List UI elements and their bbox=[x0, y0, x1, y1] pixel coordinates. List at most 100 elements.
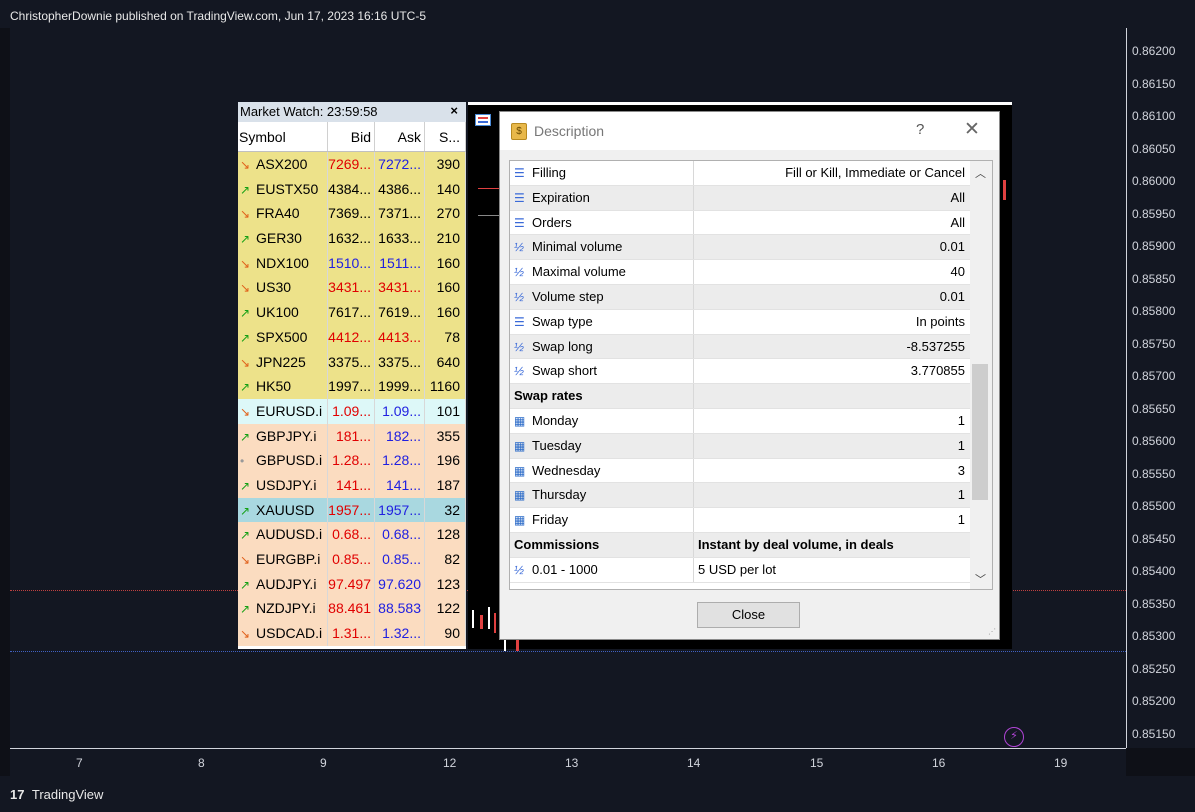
market-watch-row[interactable]: ↗ SPX500 4412... 4413... 78 bbox=[238, 324, 466, 350]
column-spread[interactable]: S... bbox=[425, 122, 466, 151]
property-row[interactable]: Commissions Instant by deal volume, in de… bbox=[510, 532, 992, 558]
close-button[interactable]: Close bbox=[697, 602, 800, 628]
property-name: ½ Swap long bbox=[510, 334, 694, 359]
property-row[interactable]: ½ Swap short 3.770855 bbox=[510, 359, 992, 385]
symbol-cell[interactable]: ↘ JPN225 bbox=[238, 349, 328, 375]
property-row[interactable]: ½ Volume step 0.01 bbox=[510, 284, 992, 310]
symbol-cell[interactable]: ↗ SPX500 bbox=[238, 324, 328, 350]
scroll-thumb[interactable] bbox=[972, 364, 988, 500]
symbol-cell[interactable]: ↗ HK50 bbox=[238, 374, 328, 399]
symbol-cell[interactable]: ↘ EURGBP.i bbox=[238, 547, 328, 572]
price-tick-label: 0.85700 bbox=[1132, 369, 1176, 383]
symbol-cell[interactable]: ↘ USDCAD.i bbox=[238, 621, 328, 646]
candle bbox=[504, 639, 506, 651]
property-row[interactable]: ☰ Swap type In points bbox=[510, 309, 992, 335]
market-watch-row[interactable]: ↘ EURGBP.i 0.85... 0.85... 82 bbox=[238, 547, 466, 572]
property-row[interactable]: ½ Minimal volume 0.01 bbox=[510, 235, 992, 261]
help-icon[interactable]: ? bbox=[916, 121, 924, 138]
market-watch-row[interactable]: ↗ XAUUSD 1957... 1957... 32 bbox=[238, 497, 466, 523]
column-symbol[interactable]: Symbol bbox=[238, 122, 328, 151]
property-row[interactable]: ½ 0.01 - 1000 5 USD per lot bbox=[510, 557, 992, 583]
property-label: Filling bbox=[532, 165, 566, 180]
property-row[interactable]: ☰ Expiration All bbox=[510, 185, 992, 211]
bid-cell: 7617... bbox=[328, 300, 375, 325]
spread-cell: 90 bbox=[425, 621, 466, 646]
properties-grid[interactable]: ☰ Filling Fill or Kill, Immediate or Cance… bbox=[509, 160, 993, 590]
price-tick-label: 0.85650 bbox=[1132, 401, 1176, 416]
symbol-cell[interactable]: ↗ NZDJPY.i bbox=[238, 596, 328, 622]
property-label: Expiration bbox=[532, 189, 590, 205]
bid-cell: 3431... bbox=[328, 275, 375, 301]
market-watch-row[interactable]: • GBPUSD.i 1.28... 1.28... 196 bbox=[238, 448, 466, 473]
property-row[interactable]: ▦ Friday 1 bbox=[510, 508, 992, 533]
property-row[interactable]: ☰ Filling Fill or Kill, Immediate or Cance… bbox=[510, 161, 992, 186]
scroll-down-icon[interactable]: ﹀ bbox=[975, 571, 986, 587]
market-watch-row[interactable]: ↘ ASX200 7269... 7272... 390 bbox=[238, 152, 466, 177]
market-watch-row[interactable]: ↘ NDX100 1510... 1511... 160 bbox=[238, 250, 466, 276]
lightning-icon[interactable]: ⚡ bbox=[1004, 727, 1024, 747]
bid-cell: 88.461 bbox=[328, 596, 375, 622]
column-bid[interactable]: Bid bbox=[328, 122, 375, 151]
property-row[interactable]: ▦ Monday 1 bbox=[510, 408, 992, 434]
ask-cell: 97.620 bbox=[375, 571, 425, 597]
market-watch-row[interactable]: ↗ AUDUSD.i 0.68... 0.68... 128 bbox=[238, 522, 466, 547]
symbol-cell[interactable]: ↗ XAUUSD bbox=[238, 497, 328, 523]
candle bbox=[1003, 180, 1006, 200]
market-watch-row[interactable]: ↘ USDCAD.i 1.31... 1.32... 90 bbox=[238, 621, 466, 646]
price-axis[interactable]: 0.86200 0.86150 0.86100 0.86050 0.86000 0.859… bbox=[1126, 28, 1195, 748]
property-row[interactable]: ▦ Thursday 1 bbox=[510, 483, 992, 509]
time-axis[interactable]: 7 8 9 12 13 14 15 16 19 bbox=[10, 748, 1126, 776]
market-watch-row[interactable]: ↗ NZDJPY.i 88.461 88.583 122 bbox=[238, 596, 466, 622]
spread-cell: 160 bbox=[425, 250, 466, 276]
market-watch-row[interactable]: ↗ HK50 1997... 1999... 1160 bbox=[238, 374, 466, 399]
symbol-cell[interactable]: ↘ NDX100 bbox=[238, 250, 328, 276]
property-row[interactable]: ☰ Orders All bbox=[510, 210, 992, 236]
symbol-cell[interactable]: ↘ EURUSD.i bbox=[238, 398, 328, 424]
symbol-cell[interactable]: ↗ GER30 bbox=[238, 226, 328, 251]
symbol-cell[interactable]: ↗ EUSTX50 bbox=[238, 176, 328, 202]
symbol-cell[interactable]: ↘ US30 bbox=[238, 275, 328, 301]
symbol-cell[interactable]: ↗ AUDJPY.i bbox=[238, 571, 328, 597]
market-watch-row[interactable]: ↘ FRA40 7369... 7371... 270 bbox=[238, 201, 466, 227]
price-tick-label: 0.86050 bbox=[1132, 141, 1176, 156]
symbol-cell[interactable]: ↗ USDJPY.i bbox=[238, 472, 328, 498]
property-row[interactable]: ▦ Wednesday 3 bbox=[510, 458, 992, 484]
symbol-cell[interactable]: ↘ ASX200 bbox=[238, 152, 328, 177]
property-row[interactable]: ½ Maximal volume 40 bbox=[510, 260, 992, 285]
market-watch-row[interactable]: ↗ EUSTX50 4384... 4386... 140 bbox=[238, 176, 466, 202]
property-row[interactable]: ½ Swap long -8.537255 bbox=[510, 334, 992, 360]
symbol-cell[interactable]: ↗ GBPJPY.i bbox=[238, 423, 328, 449]
brand-name[interactable]: TradingView bbox=[32, 787, 104, 802]
market-watch-row[interactable]: ↗ AUDJPY.i 97.497 97.620 123 bbox=[238, 571, 466, 597]
scroll-up-icon[interactable]: ︿ bbox=[975, 165, 986, 181]
market-watch-row[interactable]: ↘ US30 3431... 3431... 160 bbox=[238, 275, 466, 301]
symbol-name: USDCAD.i bbox=[256, 625, 323, 642]
property-label: 0.01 - 1000 bbox=[532, 561, 598, 577]
symbol-cell[interactable]: ↗ UK100 bbox=[238, 300, 328, 325]
market-watch-row[interactable]: ↘ EURUSD.i 1.09... 1.09... 101 bbox=[238, 398, 466, 424]
arrow-down-icon: ↘ bbox=[240, 207, 251, 222]
property-row[interactable]: ▦ Tuesday 1 bbox=[510, 433, 992, 459]
market-watch-row[interactable]: ↗ UK100 7617... 7619... 160 bbox=[238, 300, 466, 325]
resize-grip-icon[interactable]: ⋰ bbox=[988, 627, 996, 636]
market-watch-row[interactable]: ↗ GBPJPY.i 181... 182... 355 bbox=[238, 423, 466, 449]
market-watch-row[interactable]: ↗ USDJPY.i 141... 141... 187 bbox=[238, 472, 466, 498]
grid-scrollbar[interactable]: ︿ ﹀ bbox=[970, 161, 992, 589]
chart-window-icon[interactable] bbox=[475, 114, 491, 126]
symbol-cell[interactable]: ↗ AUDUSD.i bbox=[238, 522, 328, 547]
tradingview-logo-icon[interactable]: 17 bbox=[10, 787, 24, 802]
close-icon[interactable]: × bbox=[450, 103, 458, 118]
column-ask[interactable]: Ask bbox=[375, 122, 425, 151]
property-name: ☰ Orders bbox=[510, 210, 694, 235]
close-icon[interactable]: ✕ bbox=[964, 118, 980, 141]
property-row[interactable]: Swap rates bbox=[510, 384, 992, 409]
symbol-cell[interactable]: • GBPUSD.i bbox=[238, 448, 328, 473]
market-watch-row[interactable]: ↗ GER30 1632... 1633... 210 bbox=[238, 226, 466, 251]
property-value: -8.537255 bbox=[906, 338, 965, 354]
arrow-up-icon: ↗ bbox=[240, 330, 251, 345]
arrow-up-icon: ↗ bbox=[240, 478, 251, 493]
arrow-up-icon: ↗ bbox=[240, 306, 251, 321]
price-tick-label: 0.85150 bbox=[1132, 726, 1176, 741]
market-watch-row[interactable]: ↘ JPN225 3375... 3375... 640 bbox=[238, 349, 466, 375]
symbol-cell[interactable]: ↘ FRA40 bbox=[238, 201, 328, 227]
